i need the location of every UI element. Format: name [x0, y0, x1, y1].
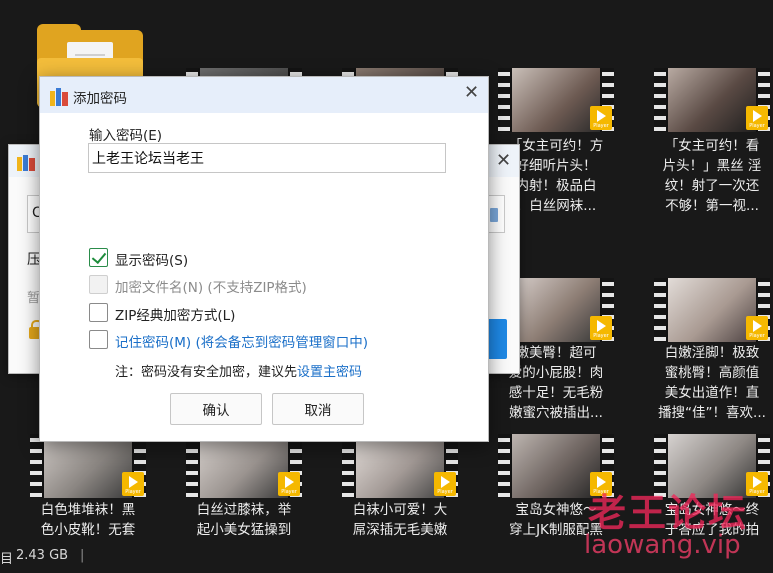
video-thumbnail[interactable]: Player [498, 68, 614, 132]
watermark-text: 老王论坛 [588, 491, 749, 535]
video-thumbnail[interactable]: Player [654, 278, 770, 342]
dialog-title: 添加密码 [73, 91, 127, 107]
password-input[interactable] [88, 143, 446, 173]
status-separator: | [80, 548, 85, 563]
archive-app-icon [17, 155, 35, 171]
player-badge-icon: Player [746, 472, 768, 496]
set-master-password-link[interactable]: 设置主密码 [297, 365, 362, 380]
video-thumbnail[interactable]: Player [342, 434, 458, 498]
checkbox-icon[interactable] [89, 330, 108, 349]
status-size: 2.43 GB [16, 548, 69, 563]
player-badge-icon: Player [122, 472, 144, 496]
password-label: 输入密码(E) [89, 128, 163, 144]
player-badge-icon: Player [434, 472, 456, 496]
video-caption: 白嫩淫脚！极致 蜜桃臀！高颜值 美女出道作！直 播搜“佳”！喜欢... [658, 345, 766, 421]
cancel-button[interactable]: 取消 [272, 393, 364, 425]
player-badge-icon: Player [590, 106, 612, 130]
watermark-url: laowang.vip [584, 530, 741, 560]
archive-app-icon [50, 88, 68, 106]
player-badge-icon: Player [278, 472, 300, 496]
player-badge-icon: Player [746, 106, 768, 130]
checkbox-disabled-icon [89, 275, 108, 294]
folder-browse-icon[interactable] [490, 208, 498, 222]
video-thumbnail[interactable]: Player [30, 434, 146, 498]
video-caption: 「女主可约！看 片头！」黑丝 淫纹！射了一次还 不够！第一视... [662, 138, 762, 214]
close-icon[interactable]: ✕ [464, 84, 479, 102]
add-password-dialog: 添加密码 ✕ 输入密码(E) 显示密码(S) 加密文件名(N) (不支持ZIP格… [39, 76, 489, 442]
player-badge-icon: Player [746, 316, 768, 340]
confirm-button[interactable]: 确认 [170, 393, 262, 425]
video-caption: 白丝过膝袜，举 起小美女猛操到 [196, 502, 292, 538]
checkbox-checked-icon[interactable] [89, 248, 108, 267]
video-caption: 白色堆堆袜！黑 色小皮靴！无套 [40, 502, 136, 538]
security-note: 注：密码没有安全加密，建议先设置主密码 [115, 365, 363, 380]
checkbox-icon[interactable] [89, 303, 108, 322]
video-thumbnail[interactable]: Player [654, 68, 770, 132]
video-caption: 白袜小可爱！大 屌深插无毛美嫩 [352, 502, 448, 538]
video-thumbnail[interactable]: Player [186, 434, 302, 498]
player-badge-icon: Player [590, 316, 612, 340]
compress-start-button[interactable] [487, 319, 507, 359]
close-icon[interactable]: ✕ [496, 150, 511, 171]
status-item-count: 目 [0, 552, 14, 567]
